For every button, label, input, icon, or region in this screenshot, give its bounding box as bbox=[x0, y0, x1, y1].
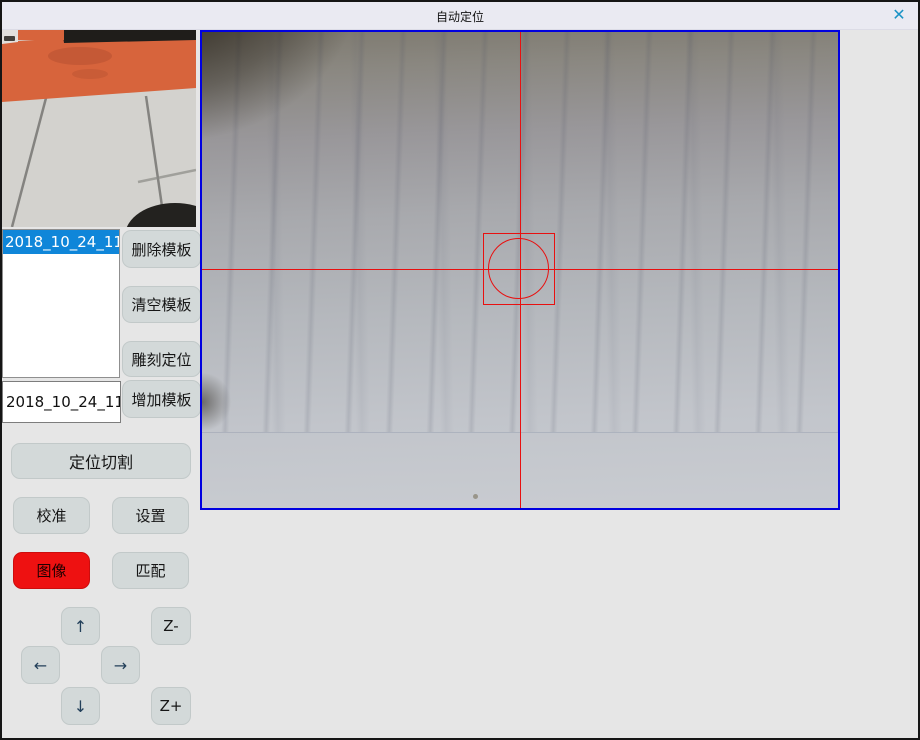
calibrate-button[interactable]: 校准 bbox=[13, 497, 90, 534]
camera-view[interactable] bbox=[200, 30, 840, 510]
match-region-circle bbox=[488, 238, 549, 299]
position-cut-button[interactable]: 定位切割 bbox=[11, 443, 191, 479]
camera-speck bbox=[473, 494, 478, 499]
template-list[interactable]: 2018_10_24_11 bbox=[2, 229, 120, 378]
page-title: 自动定位 bbox=[2, 8, 918, 25]
clear-template-button[interactable]: 清空模板 bbox=[122, 286, 201, 323]
jog-right-button[interactable]: → bbox=[101, 646, 140, 684]
image-button[interactable]: 图像 bbox=[13, 552, 90, 589]
add-template-button[interactable]: 增加模板 bbox=[122, 380, 201, 418]
engrave-position-button[interactable]: 雕刻定位 bbox=[122, 341, 201, 377]
z-minus-button[interactable]: Z- bbox=[151, 607, 191, 645]
thumbnail-image bbox=[2, 30, 196, 227]
delete-template-button[interactable]: 删除模板 bbox=[122, 230, 201, 268]
titlebar: 自动定位 ✕ bbox=[2, 2, 918, 30]
template-thumbnail bbox=[2, 30, 196, 227]
camera-image bbox=[202, 32, 838, 508]
z-plus-button[interactable]: Z+ bbox=[151, 687, 191, 725]
auto-position-dialog: 自动定位 ✕ 2018_10_24_11 删除模板 清空模板 雕刻定位 增加模板… bbox=[0, 0, 920, 740]
jog-up-button[interactable]: ↑ bbox=[61, 607, 100, 645]
close-icon[interactable]: ✕ bbox=[889, 5, 909, 25]
template-name-input[interactable] bbox=[2, 381, 121, 423]
settings-button[interactable]: 设置 bbox=[112, 497, 189, 534]
list-item[interactable]: 2018_10_24_11 bbox=[3, 230, 119, 254]
match-button[interactable]: 匹配 bbox=[112, 552, 189, 589]
jog-down-button[interactable]: ↓ bbox=[61, 687, 100, 725]
jog-left-button[interactable]: ← bbox=[21, 646, 60, 684]
